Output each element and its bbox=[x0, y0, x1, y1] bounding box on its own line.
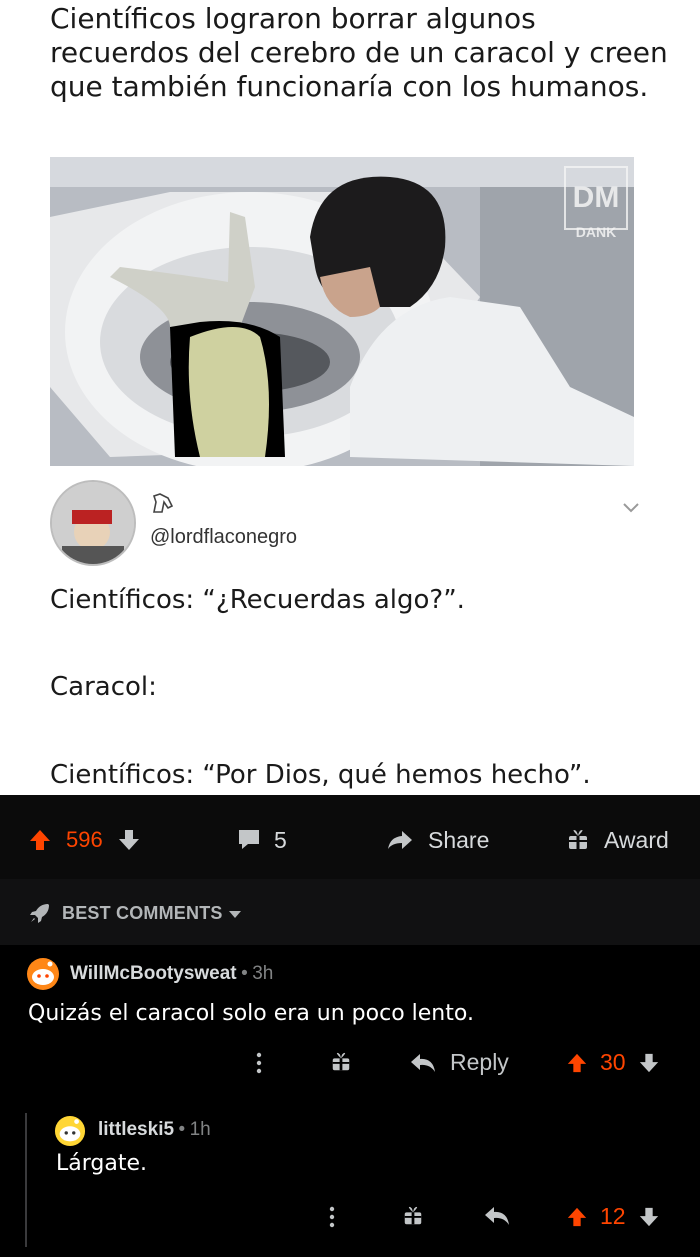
share-button[interactable]: Share bbox=[386, 825, 489, 855]
downvote-icon[interactable] bbox=[638, 1206, 660, 1228]
downvote-icon[interactable] bbox=[117, 828, 141, 852]
comment-time: 1h bbox=[189, 1119, 211, 1140]
chevron-down-icon bbox=[623, 503, 639, 513]
award-button[interactable]: Award bbox=[566, 825, 669, 855]
award-label: Award bbox=[604, 826, 669, 853]
sort-bar[interactable]: BEST COMMENTS bbox=[0, 879, 700, 945]
share-label: Share bbox=[428, 826, 490, 853]
gift-icon bbox=[569, 830, 587, 849]
comment-count: 5 bbox=[274, 826, 287, 853]
dialogue-line-1: Científicos: “¿Recuerdas algo?”. bbox=[50, 585, 465, 615]
comment-icon bbox=[239, 830, 259, 849]
horse-icon bbox=[152, 493, 174, 513]
comment-score: 12 bbox=[600, 1203, 626, 1229]
share-icon bbox=[388, 831, 412, 849]
avatar bbox=[50, 480, 136, 566]
sort-label: BEST COMMENTS bbox=[62, 903, 223, 923]
reply-icon[interactable] bbox=[484, 1205, 510, 1227]
tweet-handle: @lordflaconegro bbox=[150, 526, 298, 548]
reply-label: Reply bbox=[450, 1049, 509, 1075]
rocket-icon bbox=[30, 904, 49, 923]
dialogue-line-3: Científicos: “Por Dios, qué hemos hecho”… bbox=[50, 760, 591, 790]
snoo-avatar-icon[interactable] bbox=[26, 957, 60, 991]
comment-username[interactable]: WillMcBootysweat bbox=[70, 963, 237, 984]
reply-button[interactable]: Reply bbox=[410, 1049, 509, 1076]
gift-icon[interactable] bbox=[330, 1051, 352, 1073]
watermark-text: DANK bbox=[576, 224, 616, 240]
comment-username[interactable]: littleski5 bbox=[98, 1119, 174, 1140]
upvote-icon[interactable] bbox=[566, 1206, 588, 1228]
reddit-section: 596 5 Share Award BEST COMMENTS WillMcBo… bbox=[0, 795, 700, 1257]
upvote-icon[interactable] bbox=[566, 1052, 588, 1074]
comment-reply: littleski5 • 1h Lárgate. 12 bbox=[0, 1105, 700, 1257]
svg-text:DM: DM bbox=[573, 181, 620, 214]
tweet-header: @lordflaconegro bbox=[50, 480, 650, 566]
comment-vote-group: 30 bbox=[566, 1049, 660, 1076]
comment-body: Lárgate. bbox=[56, 1151, 147, 1176]
comment-separator: • bbox=[178, 1119, 186, 1140]
meme-image[interactable]: Científicos lograron borrar algunos recu… bbox=[0, 0, 700, 795]
comment: WillMcBootysweat • 3h Quizás el caracol … bbox=[0, 945, 700, 1105]
comment-separator: • bbox=[241, 963, 248, 984]
lab-scene-illustration: DM DANK bbox=[50, 157, 634, 466]
comments-button[interactable]: 5 bbox=[236, 825, 287, 855]
snoo-avatar-icon[interactable] bbox=[54, 1115, 86, 1147]
more-options-icon[interactable] bbox=[328, 1205, 336, 1229]
gift-icon[interactable] bbox=[402, 1205, 424, 1227]
caret-down-icon bbox=[229, 911, 241, 918]
meme-title: Científicos lograron borrar algunos recu… bbox=[50, 2, 668, 103]
reply-icon bbox=[411, 1053, 435, 1072]
comment-body: Quizás el caracol solo era un poco lento… bbox=[28, 1001, 474, 1026]
downvote-icon[interactable] bbox=[638, 1052, 660, 1074]
comment-score: 30 bbox=[600, 1049, 626, 1075]
post-action-bar: 596 5 Share Award bbox=[0, 795, 700, 879]
more-options-icon[interactable] bbox=[255, 1051, 263, 1075]
upvote-icon[interactable] bbox=[28, 828, 52, 852]
meme-photo: DM DANK bbox=[50, 157, 634, 466]
post-score: 596 bbox=[66, 827, 103, 852]
vote-group: 596 bbox=[28, 825, 141, 855]
dialogue-line-2: Caracol: bbox=[50, 672, 157, 702]
comment-vote-group: 12 bbox=[566, 1203, 660, 1230]
comment-time: 3h bbox=[252, 963, 274, 984]
